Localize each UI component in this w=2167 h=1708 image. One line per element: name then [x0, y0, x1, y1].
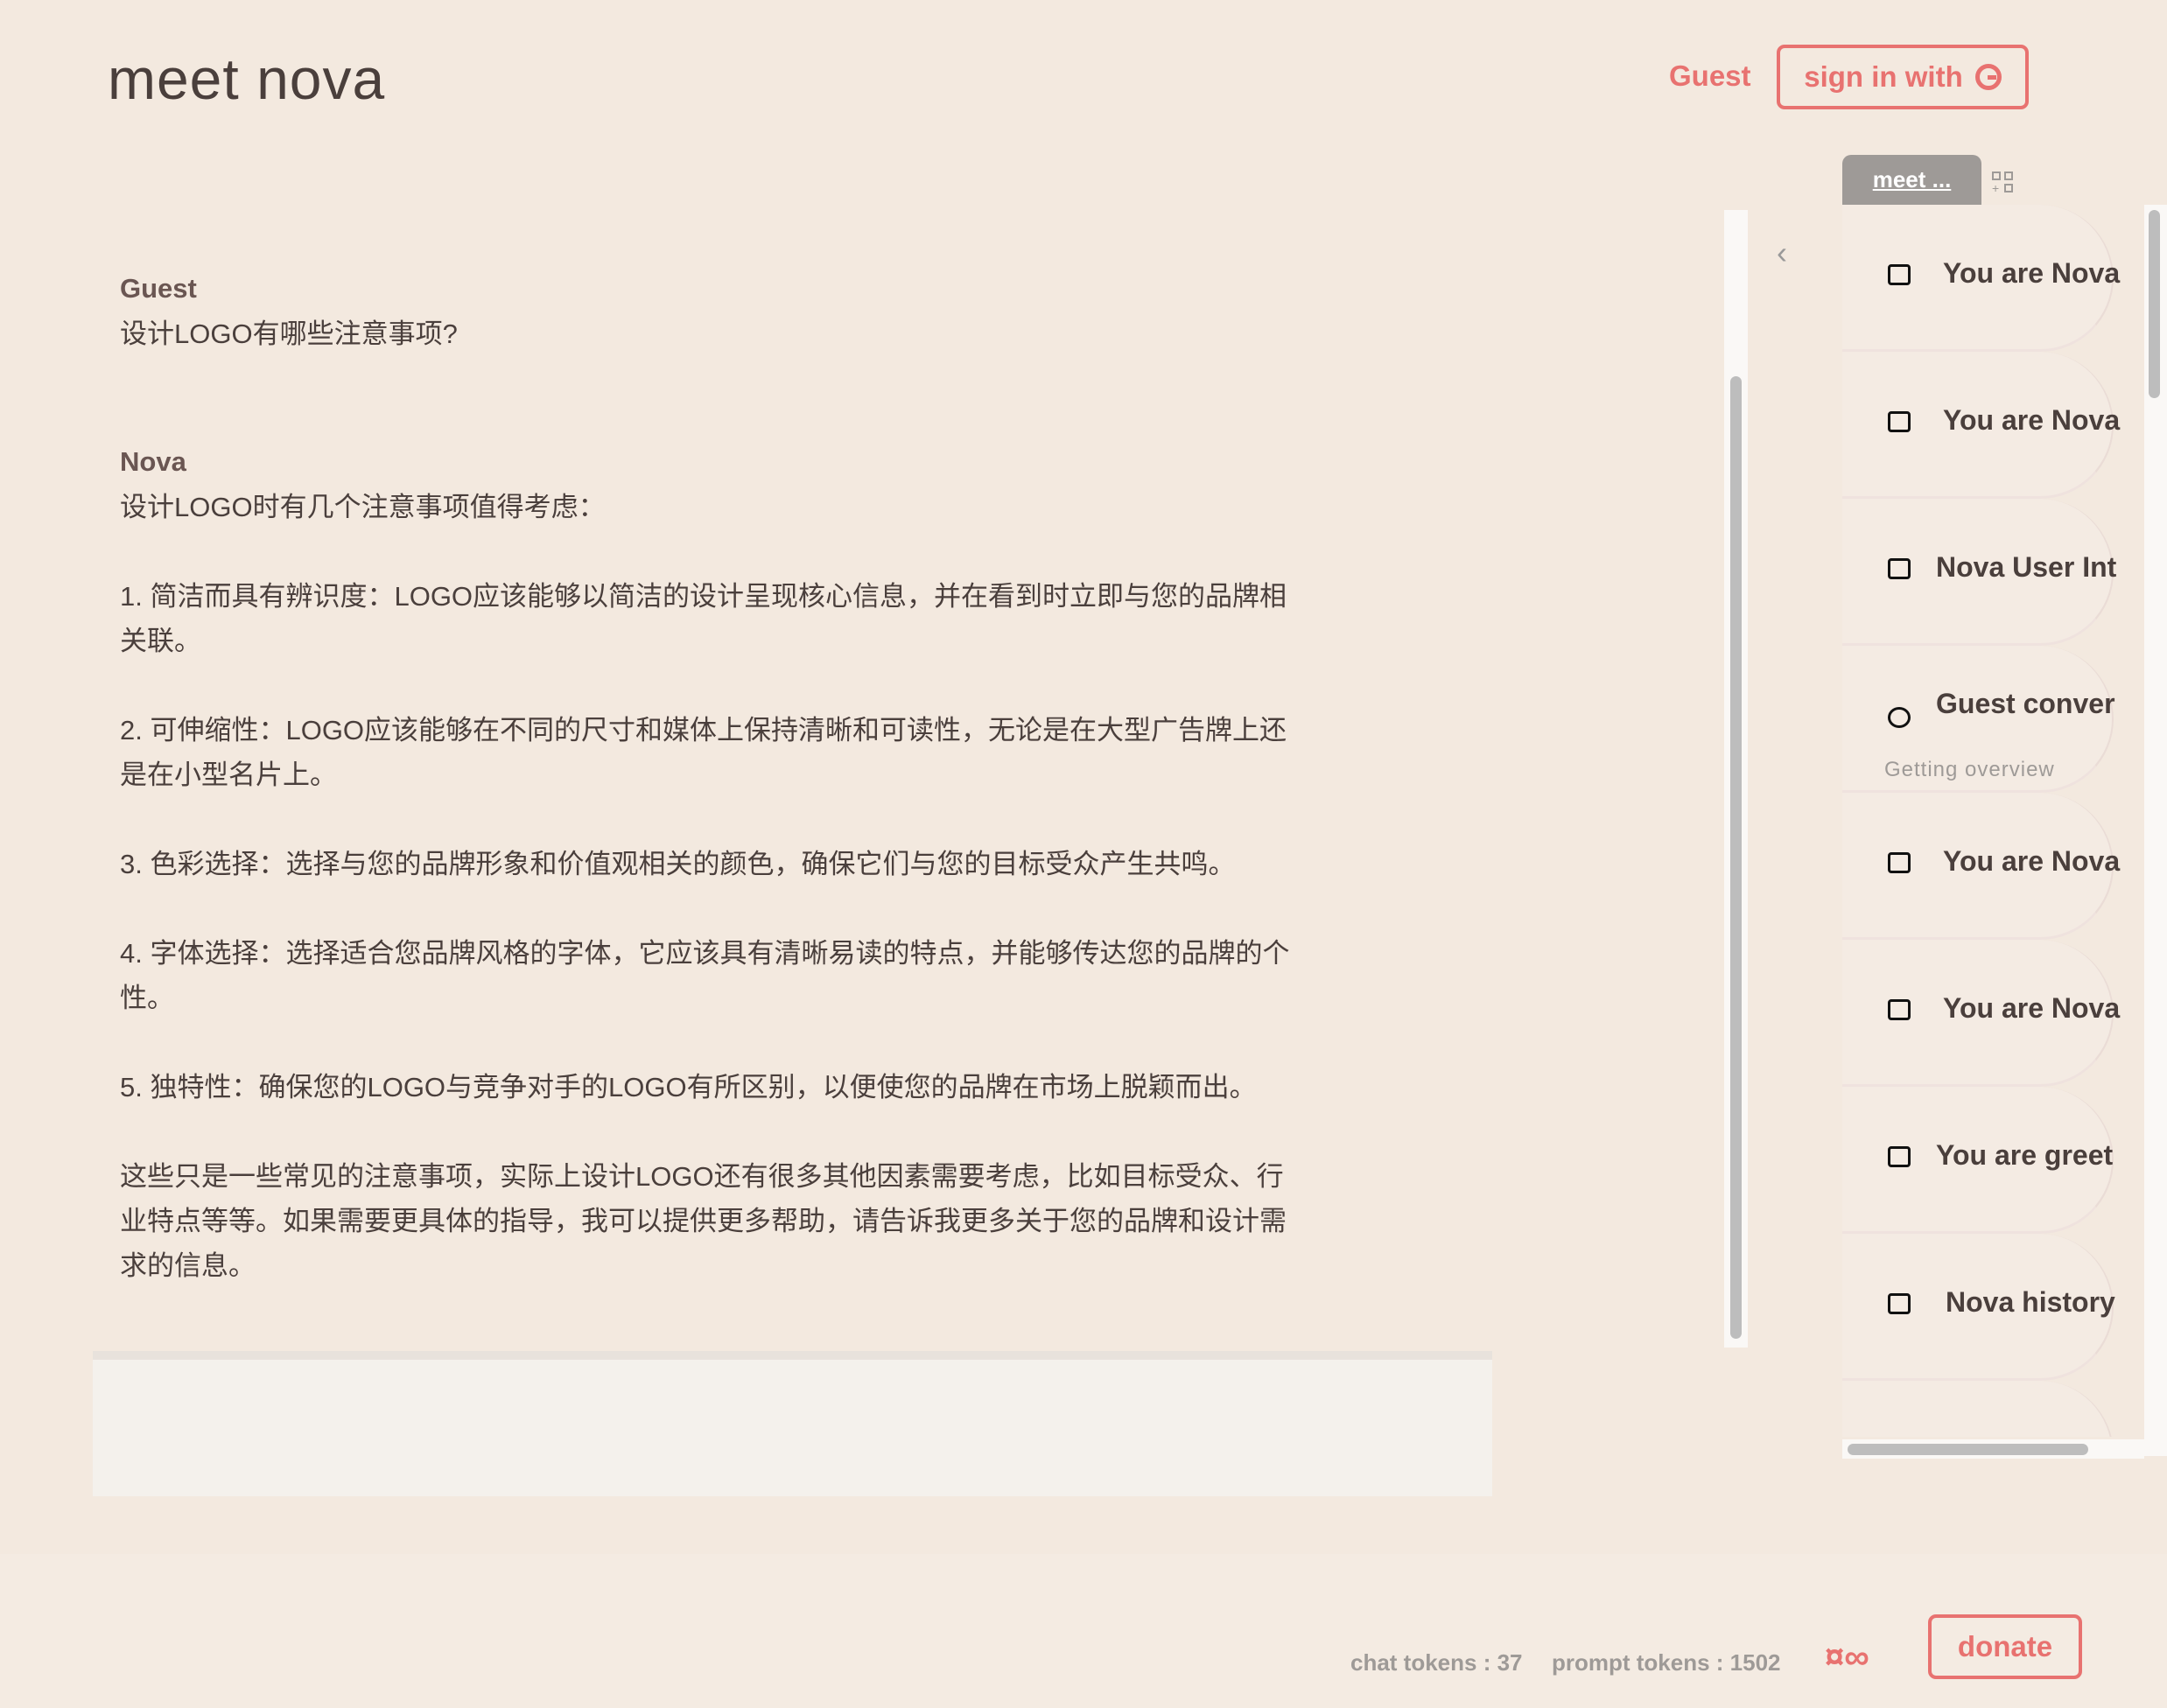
- conversation-item[interactable]: You are Nova: [1842, 940, 2120, 1087]
- conversation-label: You are Nova: [1943, 404, 2121, 436]
- scrollbar-thumb[interactable]: [1848, 1444, 2088, 1455]
- scroll-icon: [1888, 852, 1911, 873]
- scrollbar-thumb[interactable]: [1730, 376, 1742, 1339]
- prompt-tokens: prompt tokens : 1502: [1552, 1649, 1781, 1676]
- add-tab-icon[interactable]: +: [1992, 172, 2013, 194]
- conversation-label: You are greet: [1936, 1139, 2114, 1171]
- message-author: Nova: [120, 446, 186, 477]
- conversation-list: You are Nova You are Nova Nova User Int …: [1842, 205, 2142, 1437]
- google-icon: [1974, 64, 2002, 90]
- conversation-item[interactable]: Nova history: [1842, 1234, 2115, 1381]
- conversation-label: Guest conver: [1936, 688, 2115, 719]
- scroll-icon: [1888, 558, 1911, 579]
- scroll-icon: [1888, 1146, 1911, 1167]
- scroll-icon: [1888, 1293, 1911, 1314]
- donate-button[interactable]: donate: [1928, 1614, 2082, 1679]
- scroll-icon: [1888, 999, 1911, 1020]
- message-text: 设计LOGO时有几个注意事项值得考虑： 1. 简洁而具有辨识度：LOGO应该能够…: [120, 492, 1290, 1281]
- credits-infinity-icon: ¤∞: [1825, 1638, 1869, 1676]
- conversation-label: You are Nova: [1943, 992, 2121, 1024]
- message-nova: Nova 设计LOGO时有几个注意事项值得考虑： 1. 简洁而具有辨识度：LOG…: [120, 446, 1363, 1288]
- sidebar-horizontal-scrollbar[interactable]: [1842, 1439, 2144, 1459]
- conversation-label: Nova history: [1946, 1286, 2115, 1318]
- sign-in-label: sign in with: [1804, 60, 1963, 93]
- conversation-item[interactable]: You are Nova: [1842, 352, 2120, 499]
- conversation-subtitle: Getting overview: [1884, 758, 2055, 781]
- user-name[interactable]: Guest: [1669, 60, 1751, 93]
- collapse-sidebar-chevron-icon[interactable]: ‹: [1777, 234, 1787, 271]
- conversation-item[interactable]: You are Nova: [1842, 205, 2120, 352]
- sidebar-vertical-scrollbar[interactable]: [2144, 205, 2167, 1456]
- chat-scrollbar[interactable]: [1724, 210, 1748, 1348]
- message-input[interactable]: [93, 1351, 1492, 1496]
- app-title: meet nova: [108, 46, 386, 111]
- chat-transcript: Guest 设计LOGO有哪些注意事项? Nova 设计LOGO时有几个注意事项…: [93, 210, 1493, 1339]
- message-guest: Guest 设计LOGO有哪些注意事项?: [120, 273, 1363, 356]
- message-author: Guest: [120, 273, 197, 304]
- scrollbar-thumb[interactable]: [2149, 210, 2160, 398]
- scroll-icon: [1888, 264, 1911, 285]
- conversation-item[interactable]: Nova User Int: [1842, 499, 2116, 646]
- footer: [0, 1554, 2167, 1708]
- tab-meet-nova[interactable]: meet ...: [1842, 155, 1981, 205]
- message-text: 设计LOGO有哪些注意事项?: [120, 318, 458, 349]
- scroll-icon: [1888, 411, 1911, 432]
- conversation-label: Nova User Int: [1936, 551, 2117, 583]
- conversation-label: You are Nova: [1943, 845, 2121, 877]
- conversation-item-active[interactable]: Guest conver Getting overview: [1842, 646, 2115, 793]
- sign-in-google-button[interactable]: sign in with: [1777, 45, 2029, 109]
- conversation-item[interactable]: [1842, 1381, 2114, 1437]
- cloud-icon: [1888, 707, 1911, 728]
- chat-tokens: chat tokens : 37: [1350, 1649, 1523, 1676]
- conversation-item[interactable]: You are Nova: [1842, 793, 2120, 940]
- conversation-label: You are Nova: [1943, 257, 2121, 289]
- conversation-item[interactable]: You are greet: [1842, 1087, 2114, 1234]
